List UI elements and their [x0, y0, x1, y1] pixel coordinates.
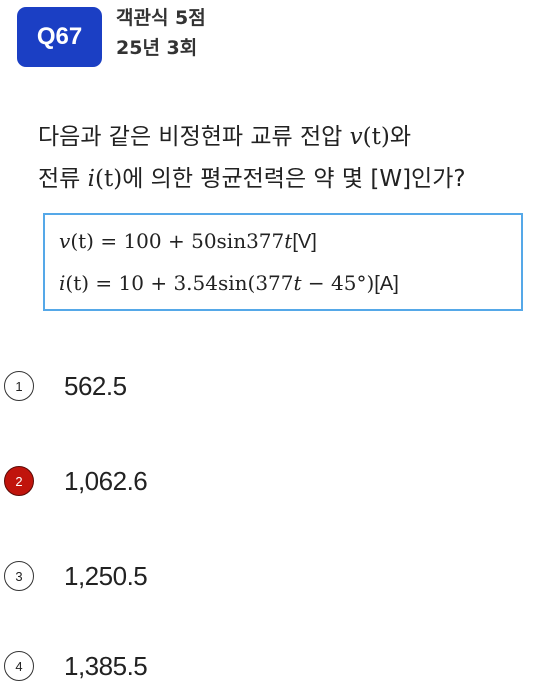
voltage-formula: v(t) = 100 + 50sin377t[V] [59, 229, 317, 253]
question-meta: 객관식 5점 25년 3회 [116, 3, 206, 63]
answer-option-2[interactable]: 2 1,062.6 [4, 463, 148, 499]
option-text[interactable]: 1,062.6 [64, 466, 148, 497]
option-number-2-selected[interactable]: 2 [4, 466, 34, 496]
question-type: 객관식 5점 [116, 7, 206, 29]
answer-option-1[interactable]: 1 562.5 [4, 368, 127, 404]
exam-session: 25년 3회 [116, 37, 198, 59]
answer-option-4[interactable]: 4 1,385.5 [4, 648, 148, 684]
option-number-1[interactable]: 1 [4, 371, 34, 401]
option-text[interactable]: 1,250.5 [64, 561, 148, 592]
option-text[interactable]: 1,385.5 [64, 651, 148, 682]
formula-box: v(t) = 100 + 50sin377t[V] i(t) = 10 + 3.… [43, 213, 523, 311]
answer-option-3[interactable]: 3 1,250.5 [4, 558, 148, 594]
question-line-1: 다음과 같은 비정현파 교류 전압 v(t)와 [38, 124, 412, 150]
current-formula: i(t) = 10 + 3.54sin(377t − 45°)[A] [59, 271, 399, 295]
question-line-2: 전류 i(t)에 의한 평균전력은 약 몇 [W]인가? [38, 166, 466, 192]
option-number-4[interactable]: 4 [4, 651, 34, 681]
option-text[interactable]: 562.5 [64, 371, 127, 402]
question-number-badge: Q67 [17, 7, 102, 67]
option-number-3[interactable]: 3 [4, 561, 34, 591]
question-text: 다음과 같은 비정현파 교류 전압 v(t)와 전류 i(t)에 의한 평균전력… [38, 116, 558, 200]
